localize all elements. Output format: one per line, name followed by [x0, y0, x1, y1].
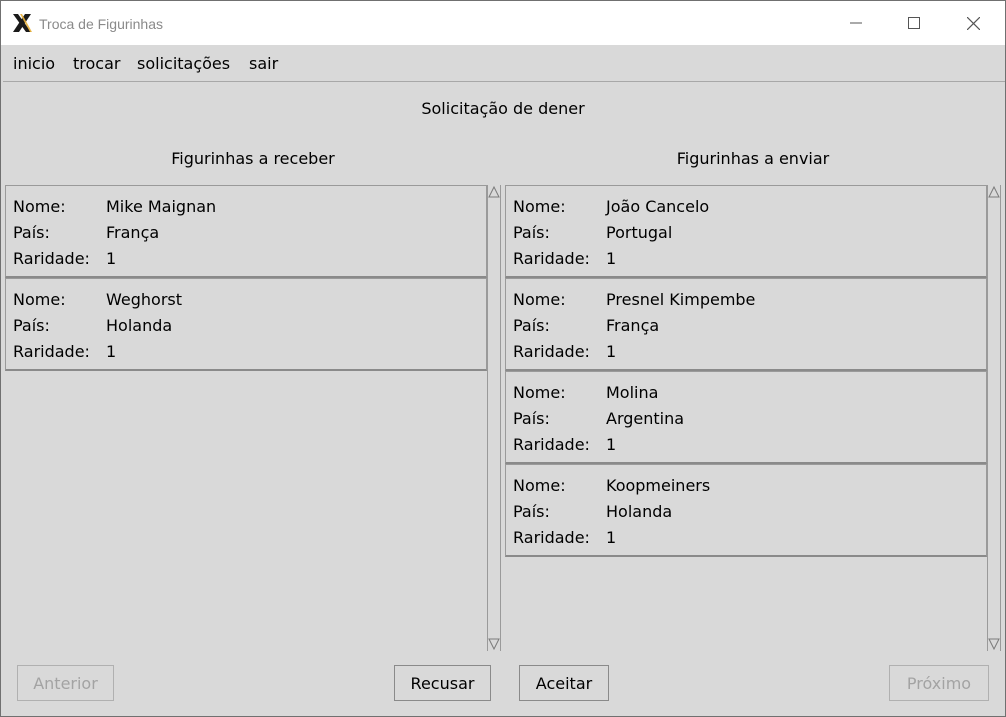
x-app-icon	[13, 14, 32, 32]
minimize-icon	[850, 22, 862, 24]
list-item: Nome: João Cancelo País: Portugal Raridade…	[505, 185, 987, 278]
name-label: Nome:	[513, 476, 566, 495]
sticker-name: Koopmeiners	[606, 476, 711, 495]
name-label: Nome:	[13, 290, 66, 309]
sticker-name: Mike Maignan	[106, 197, 217, 216]
list-item: Nome: Presnel Kimpembe País: França Rarida…	[505, 278, 987, 371]
rarity-label: Raridade:	[13, 342, 90, 361]
title-bar[interactable]: Troca de Figurinhas	[1, 1, 1005, 45]
list-item: Nome: Weghorst País: Holanda Raridade: 1	[5, 278, 487, 371]
name-label: Nome:	[13, 197, 66, 216]
rarity-label: Raridade:	[513, 249, 590, 268]
app-window: Troca de Figurinhas inicio trocar solici…	[0, 0, 1006, 717]
sticker-rarity: 1	[606, 435, 617, 454]
name-label: Nome:	[513, 290, 566, 309]
name-label: Nome:	[513, 383, 566, 402]
minimize-button[interactable]	[827, 1, 885, 45]
accept-button[interactable]: Aceitar	[519, 665, 609, 701]
sticker-country: Argentina	[606, 409, 685, 428]
sticker-rarity: 1	[606, 342, 617, 361]
close-icon	[966, 16, 980, 30]
country-label: País:	[513, 223, 550, 242]
sticker-name: Molina	[606, 383, 659, 402]
list-item: Nome: Molina País: Argentina Raridade: 1	[505, 371, 987, 464]
rarity-label: Raridade:	[513, 435, 590, 454]
send-heading: Figurinhas a enviar	[676, 149, 830, 168]
sticker-name: Presnel Kimpembe	[606, 290, 756, 309]
menu-item-solicitacoes[interactable]: solicitações	[137, 54, 230, 73]
scroll-up-arrow-icon[interactable]	[488, 185, 500, 199]
country-label: País:	[513, 316, 550, 335]
sticker-rarity: 1	[606, 249, 617, 268]
sticker-country: França	[606, 316, 660, 335]
name-label: Nome:	[513, 197, 566, 216]
sticker-rarity: 1	[106, 249, 117, 268]
menu-item-trocar[interactable]: trocar	[73, 54, 120, 73]
country-label: País:	[13, 316, 50, 335]
receive-list[interactable]: Nome: Mike Maignan País: França Raridade: 1…	[5, 185, 487, 651]
menu-item-sair[interactable]: sair	[249, 54, 278, 73]
maximize-button[interactable]	[885, 1, 943, 45]
receive-heading: Figurinhas a receber	[171, 149, 335, 168]
menu-bar: inicio trocar solicitações sair	[3, 45, 1005, 82]
scroll-down-arrow-icon[interactable]	[988, 637, 1000, 651]
refuse-button[interactable]: Recusar	[394, 665, 491, 701]
list-item: Nome: Mike Maignan País: França Raridade: 1	[5, 185, 487, 278]
next-button[interactable]: Próximo	[889, 665, 989, 701]
rarity-label: Raridade:	[13, 249, 90, 268]
scroll-down-arrow-icon[interactable]	[488, 637, 500, 651]
country-label: País:	[513, 409, 550, 428]
rarity-label: Raridade:	[513, 528, 590, 547]
sticker-rarity: 1	[606, 528, 617, 547]
menu-item-inicio[interactable]: inicio	[13, 54, 55, 73]
list-item: Nome: Koopmeiners País: Holanda Raridade: 1	[505, 464, 987, 557]
close-button[interactable]	[944, 1, 1002, 45]
send-list[interactable]: Nome: João Cancelo País: Portugal Raridade…	[505, 185, 987, 651]
rarity-label: Raridade:	[513, 342, 590, 361]
country-label: País:	[513, 502, 550, 521]
sticker-name: João Cancelo	[606, 197, 710, 216]
window-title: Troca de Figurinhas	[39, 16, 163, 32]
sticker-rarity: 1	[106, 342, 117, 361]
maximize-icon	[908, 17, 920, 29]
sticker-name: Weghorst	[106, 290, 182, 309]
scroll-up-arrow-icon[interactable]	[988, 185, 1000, 199]
sticker-country: Portugal	[606, 223, 673, 242]
sticker-country: Holanda	[106, 316, 173, 335]
sticker-country: Holanda	[606, 502, 673, 521]
sticker-country: França	[106, 223, 160, 242]
previous-button[interactable]: Anterior	[17, 665, 114, 701]
page-title: Solicitação de dener	[421, 99, 585, 118]
send-scrollbar[interactable]	[987, 185, 1001, 651]
receive-scrollbar[interactable]	[487, 185, 501, 651]
country-label: País:	[13, 223, 50, 242]
